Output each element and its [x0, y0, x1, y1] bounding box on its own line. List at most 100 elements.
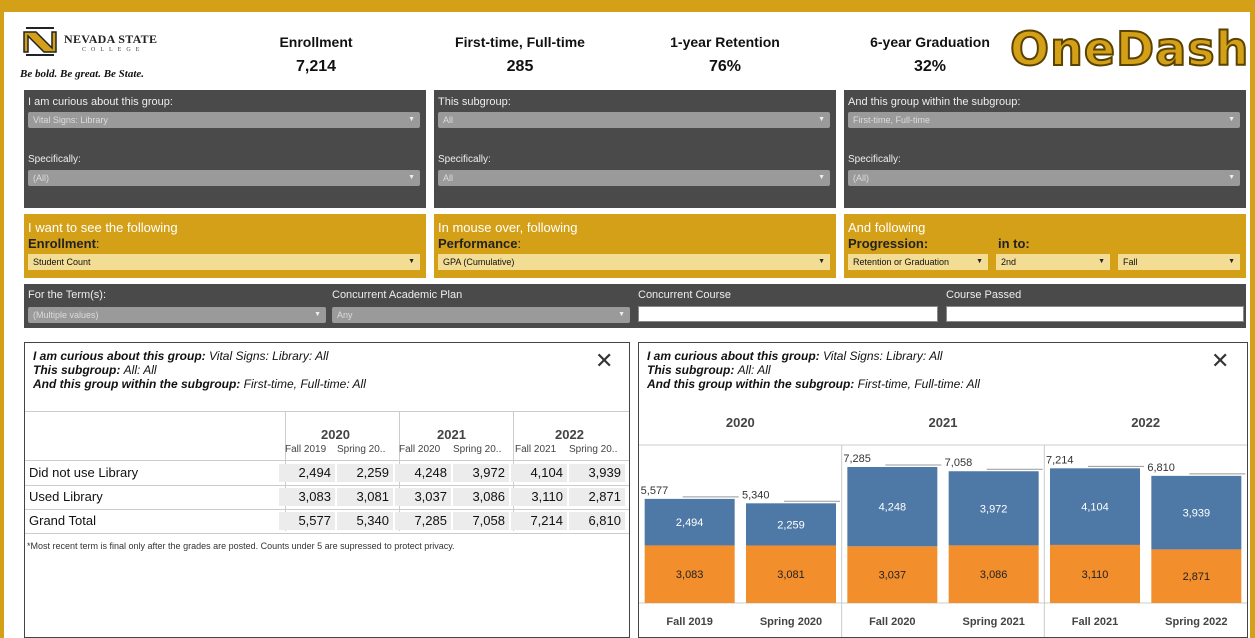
subgroup-spec-select[interactable]: All ▼ [438, 170, 830, 186]
bar-value-label: 2,871 [1183, 571, 1211, 583]
chevron-down-icon: ▼ [818, 174, 825, 181]
kpi-value: 76% [708, 58, 742, 75]
progression-heading: Progression: [848, 236, 929, 251]
x-category-label: Fall 2021 [1072, 616, 1118, 628]
term-select[interactable]: (Multiple values) ▼ [28, 307, 326, 323]
subgroup-spec-label: Specifically: [438, 154, 491, 165]
subgroup-desc-value: All: All [123, 363, 157, 377]
bar-value-label: 3,972 [980, 503, 1008, 515]
subgroup-select-value: All [443, 115, 454, 125]
performance-line1: In mouse over, following [438, 220, 578, 235]
chevron-down-icon: ▼ [408, 258, 415, 265]
table-description: I am curious about this group: Vital Sig… [33, 349, 366, 391]
bar-total-label: 5,340 [742, 489, 770, 501]
enrollment-line1: I want to see the following [28, 220, 178, 235]
bar-value-label: 2,494 [676, 517, 704, 529]
within-filter-panel: And this group within the subgroup: Firs… [844, 90, 1246, 208]
close-icon[interactable]: ✕ [1211, 350, 1229, 372]
plan-select[interactable]: Any ▼ [332, 307, 630, 323]
stacked-bar-chart: 2020 2021 2022 3,083 2,494 5,577 Fall 2019 3,08… [639, 415, 1247, 637]
progression-term-select[interactable]: Fall ▼ [1118, 254, 1240, 270]
kpi-value: 32% [913, 58, 947, 75]
kpi-value: 7,214 [295, 58, 337, 75]
performance-select[interactable]: GPA (Cumulative) ▼ [438, 254, 830, 270]
subgroup-spec-value: All [443, 173, 454, 183]
chart-year-label: 2022 [1131, 415, 1160, 430]
table-cell: 3,037 [395, 488, 451, 506]
bar-value-label: 3,083 [676, 569, 704, 581]
bar-value-label: 2,259 [777, 519, 805, 531]
within-spec-select[interactable]: (All) ▼ [848, 170, 1240, 186]
college-logo: NEVADA STATE COLLEGE Be bold. Be great. … [20, 22, 180, 82]
course-input[interactable] [638, 306, 938, 322]
kpi-value: 285 [506, 58, 534, 75]
progression-year-value: 2nd [1001, 257, 1017, 267]
subgroup-desc-label: This subgroup: [33, 363, 121, 377]
group-spec-label: Specifically: [28, 154, 81, 165]
subgroup-select[interactable]: All ▼ [438, 112, 830, 128]
kpi-graduation: 6-year Graduation 32% [830, 34, 1030, 76]
enrollment-heading: Enrollment [28, 236, 96, 251]
table-cell: 2,259 [337, 464, 393, 482]
kpi-enrollment: Enrollment 7,214 [216, 34, 416, 76]
within-spec-value: (All) [853, 173, 869, 183]
bar-value-label: 3,086 [980, 569, 1008, 581]
passed-input[interactable] [946, 306, 1244, 322]
chart-panel: I am curious about this group: Vital Sig… [638, 342, 1248, 638]
group-select[interactable]: Vital Signs: Library ▼ [28, 112, 420, 128]
group-desc-label: I am curious about this group: [33, 349, 206, 363]
kpi-retention: 1-year Retention 76% [625, 34, 825, 76]
term-label: For the Term(s): [28, 289, 107, 301]
subgroup-filter-panel: This subgroup: All ▼ Specifically: All ▼ [434, 90, 836, 208]
term-select-value: (Multiple values) [33, 310, 99, 320]
ns-logo-icon [23, 27, 57, 56]
progression-select[interactable]: Retention or Graduation ▼ [848, 254, 988, 270]
kpi-label: First-time, Full-time [455, 34, 585, 50]
table-cell: 2,871 [569, 488, 625, 506]
year-header: 2020 [321, 427, 350, 442]
bar-value-label: 3,037 [879, 570, 907, 582]
passed-label: Course Passed [946, 289, 1022, 301]
subgroup-label: This subgroup: [438, 96, 511, 108]
term-filter-bar: For the Term(s): (Multiple values) ▼ Conc… [24, 284, 1246, 328]
enrollment-measure-panel: I want to see the following Enrollment: … [24, 214, 426, 278]
within-desc-label: And this group within the subgroup: [647, 377, 855, 391]
table-cell: 2,494 [279, 464, 335, 482]
table-cell: 5,340 [337, 512, 393, 530]
bar-value-label: 4,104 [1081, 502, 1109, 514]
logo-name: NEVADA STATE [64, 32, 158, 46]
table-cell: 4,104 [511, 464, 567, 482]
table-top-rule [25, 411, 629, 412]
chevron-down-icon: ▼ [618, 311, 625, 318]
bar-value-label: 3,110 [1082, 569, 1109, 581]
plan-select-value: Any [337, 310, 353, 320]
group-spec-select[interactable]: (All) ▼ [28, 170, 420, 186]
table-header-rule [25, 460, 629, 461]
progression-year-select[interactable]: 2nd ▼ [996, 254, 1110, 270]
bar-value-label: 4,248 [879, 502, 907, 514]
enrollment-select-value: Student Count [33, 257, 91, 267]
logo-sub: COLLEGE [82, 47, 145, 53]
table-cell: 3,110 [511, 488, 567, 506]
close-icon[interactable]: ✕ [595, 350, 613, 372]
chevron-down-icon: ▼ [1228, 116, 1235, 123]
subgroup-desc-label: This subgroup: [647, 363, 735, 377]
x-category-label: Spring 2021 [962, 616, 1024, 628]
within-select-value: First-time, Full-time [853, 115, 930, 125]
bar-total-label: 7,058 [945, 457, 973, 469]
within-desc-label: And this group within the subgroup: [33, 377, 241, 391]
table-cell: 7,214 [511, 512, 567, 530]
group-desc-value: Vital Signs: Library: All [823, 349, 943, 363]
kpi-label: 6-year Graduation [870, 34, 990, 50]
x-category-label: Fall 2020 [869, 616, 915, 628]
kpi-first-time-full-time: First-time, Full-time 285 [420, 34, 620, 76]
progression-select-value: Retention or Graduation [853, 257, 950, 267]
x-category-label: Spring 2020 [760, 616, 822, 628]
within-select[interactable]: First-time, Full-time ▼ [848, 112, 1240, 128]
group-desc-value: Vital Signs: Library: All [209, 349, 329, 363]
kpi-label: 1-year Retention [670, 34, 780, 50]
table-row-rule [25, 509, 629, 510]
chevron-down-icon: ▼ [818, 258, 825, 265]
term-header: Fall 2021 [515, 444, 557, 455]
enrollment-select[interactable]: Student Count ▼ [28, 254, 420, 270]
